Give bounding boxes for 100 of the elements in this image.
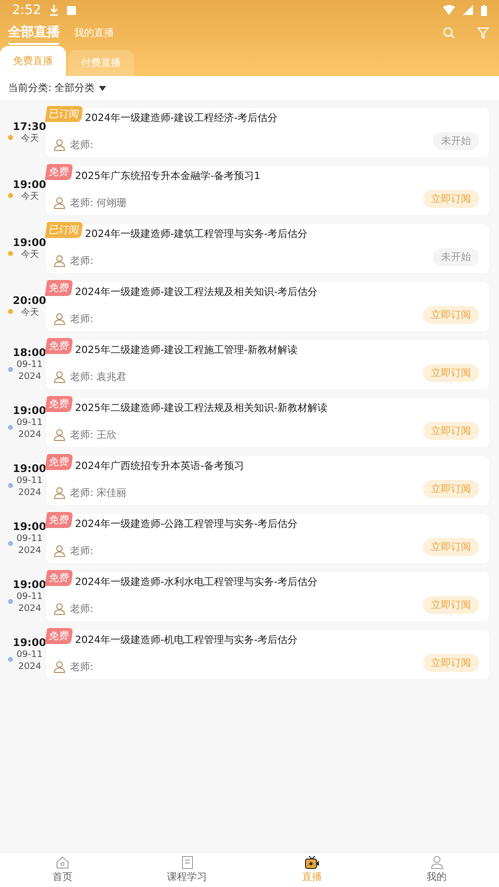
session-card[interactable]: 免费 2024年一级建造师-建设工程法规及相关知识-考后估分 老师: 立即订阅 xyxy=(46,282,489,331)
teacher-label: 老师: xyxy=(70,544,94,558)
subscribe-button[interactable]: 立即订阅 xyxy=(423,422,479,440)
status-tag: 免费 xyxy=(44,164,74,180)
status-tag: 免费 xyxy=(44,512,74,528)
sub-tab[interactable]: 免费直播 xyxy=(0,46,66,76)
teacher-label: 老师: xyxy=(70,428,94,442)
session-time: 19:00 xyxy=(12,636,46,650)
session-title: 2024年广西统招专升本英语-备考预习 xyxy=(75,460,244,473)
session-title: 2024年一级建造师-机电工程管理与实务-考后估分 xyxy=(75,634,298,647)
session-title: 2024年一级建造师-建筑工程管理与实务-考后估分 xyxy=(85,228,308,241)
session-card[interactable]: 已订阅 2024年一级建造师-建筑工程管理与实务-考后估分 老师: 未开始 xyxy=(46,224,489,273)
session-date: 09-11 xyxy=(16,476,43,486)
subscribe-button[interactable]: 立即订阅 xyxy=(423,480,479,498)
session-time: 18:00 xyxy=(12,346,46,360)
person-icon xyxy=(54,429,65,441)
status-tag: 免费 xyxy=(44,338,74,354)
session-date: 今天 xyxy=(20,249,38,260)
status-tag: 免费 xyxy=(44,628,74,644)
session-title: 2024年一级建造师-建设工程法规及相关知识-考后估分 xyxy=(75,286,318,299)
teacher-label: 老师: xyxy=(70,312,94,326)
person-icon xyxy=(54,545,65,557)
session-year: 2024 xyxy=(18,371,41,382)
session-date: 09-11 xyxy=(16,650,43,660)
session-card[interactable]: 免费 2024年一级建造师-公路工程管理与实务-考后估分 老师: 立即订阅 xyxy=(46,514,489,563)
not-started-button[interactable]: 未开始 xyxy=(433,248,479,266)
person-icon xyxy=(54,139,65,151)
teacher-name: 何翊珊 xyxy=(96,196,126,210)
tv-icon xyxy=(304,856,319,869)
teacher-label: 老师: xyxy=(70,138,94,152)
nav-tab[interactable]: 首页 xyxy=(0,853,125,887)
session-time: 19:00 xyxy=(12,462,46,476)
session-time: 19:00 xyxy=(12,236,46,249)
nav-tab[interactable]: 直播 xyxy=(250,853,374,887)
teacher-name: 袁兆君 xyxy=(96,370,126,384)
session-card[interactable]: 已订阅 2024年一级建造师-建设工程经济-考后估分 老师: 未开始 xyxy=(46,108,489,157)
nav-tab[interactable]: 课程学习 xyxy=(124,853,250,887)
session-date: 09-11 xyxy=(16,418,43,428)
person-icon xyxy=(54,313,65,325)
person-icon xyxy=(54,197,65,209)
status-tag: 已订阅 xyxy=(44,222,84,238)
teacher-label: 老师: xyxy=(70,660,94,674)
signal-icon xyxy=(463,5,473,15)
teacher-label: 老师: xyxy=(70,486,94,500)
session-title: 2025年二级建造师-建设工程施工管理-新教材解读 xyxy=(75,344,298,357)
session-date: 今天 xyxy=(20,307,38,318)
session-date: 09-11 xyxy=(16,534,43,544)
session-time: 19:00 xyxy=(12,404,46,418)
session-title: 2024年一级建造师-建设工程经济-考后估分 xyxy=(85,112,278,125)
status-tag: 免费 xyxy=(44,396,74,412)
session-card[interactable]: 免费 2025年二级建造师-建设工程法规及相关知识-新教材解读 老师: 王欣 立即订阅 xyxy=(46,398,489,447)
caret-icon xyxy=(99,86,106,90)
person-icon xyxy=(54,255,65,267)
session-year: 2024 xyxy=(18,487,41,498)
session-card[interactable]: 免费 2024年一级建造师-水利水电工程管理与实务-考后估分 老师: 立即订阅 xyxy=(46,572,489,621)
session-year: 2024 xyxy=(18,603,41,614)
teacher-name: 宋佳丽 xyxy=(96,486,126,500)
book-icon xyxy=(182,856,193,869)
status-tag: 免费 xyxy=(44,454,74,470)
session-date: 今天 xyxy=(20,191,38,202)
session-card[interactable]: 免费 2025年二级建造师-建设工程施工管理-新教材解读 老师: 袁兆君 立即订阅 xyxy=(46,340,489,389)
person-icon xyxy=(54,661,65,673)
session-time: 20:00 xyxy=(12,294,46,307)
session-title: 2024年一级建造师-水利水电工程管理与实务-考后估分 xyxy=(75,576,318,589)
session-date: 09-11 xyxy=(16,360,43,370)
sub-tab[interactable]: 付费直播 xyxy=(68,50,134,76)
teacher-label: 老师: xyxy=(70,254,94,268)
home-icon xyxy=(56,856,69,869)
teacher-name: 王欣 xyxy=(96,429,116,442)
status-tag: 免费 xyxy=(44,280,74,296)
subscribe-button[interactable]: 立即订阅 xyxy=(423,306,479,324)
category-dropdown[interactable]: 全部分类 xyxy=(54,81,106,95)
wifi-icon xyxy=(443,5,455,15)
subscribe-button[interactable]: 立即订阅 xyxy=(423,538,479,556)
person-icon xyxy=(54,603,65,615)
filter-icon[interactable] xyxy=(477,27,489,39)
subscribe-button[interactable]: 立即订阅 xyxy=(423,190,479,208)
status-tag: 已订阅 xyxy=(44,106,84,122)
top-tab[interactable]: 我的直播 xyxy=(74,24,114,42)
session-year: 2024 xyxy=(18,429,41,440)
session-date: 今天 xyxy=(20,133,38,144)
user-icon xyxy=(430,856,443,869)
not-started-button[interactable]: 未开始 xyxy=(433,132,479,150)
session-card[interactable]: 免费 2025年广东统招专升本金融学-备考预习1 老师: 何翊珊 立即订阅 xyxy=(46,166,489,215)
search-icon[interactable] xyxy=(443,27,455,39)
teacher-label: 老师: xyxy=(70,370,94,384)
session-date: 09-11 xyxy=(16,592,43,602)
teacher-label: 老师: xyxy=(70,602,94,616)
subscribe-button[interactable]: 立即订阅 xyxy=(423,654,479,672)
status-tag: 免费 xyxy=(44,570,74,586)
nav-tab[interactable]: 我的 xyxy=(374,853,499,887)
session-card[interactable]: 免费 2024年一级建造师-机电工程管理与实务-考后估分 老师: 立即订阅 xyxy=(46,630,489,679)
subscribe-button[interactable]: 立即订阅 xyxy=(423,364,479,382)
session-time: 17:30 xyxy=(12,120,46,133)
session-card[interactable]: 免费 2024年广西统招专升本英语-备考预习 老师: 宋佳丽 立即订阅 xyxy=(46,456,489,505)
teacher-label: 老师: xyxy=(70,196,94,210)
session-title: 2025年广东统招专升本金融学-备考预习1 xyxy=(75,170,260,183)
download-icon xyxy=(49,4,60,16)
session-title: 2025年二级建造师-建设工程法规及相关知识-新教材解读 xyxy=(75,402,328,415)
subscribe-button[interactable]: 立即订阅 xyxy=(423,596,479,614)
